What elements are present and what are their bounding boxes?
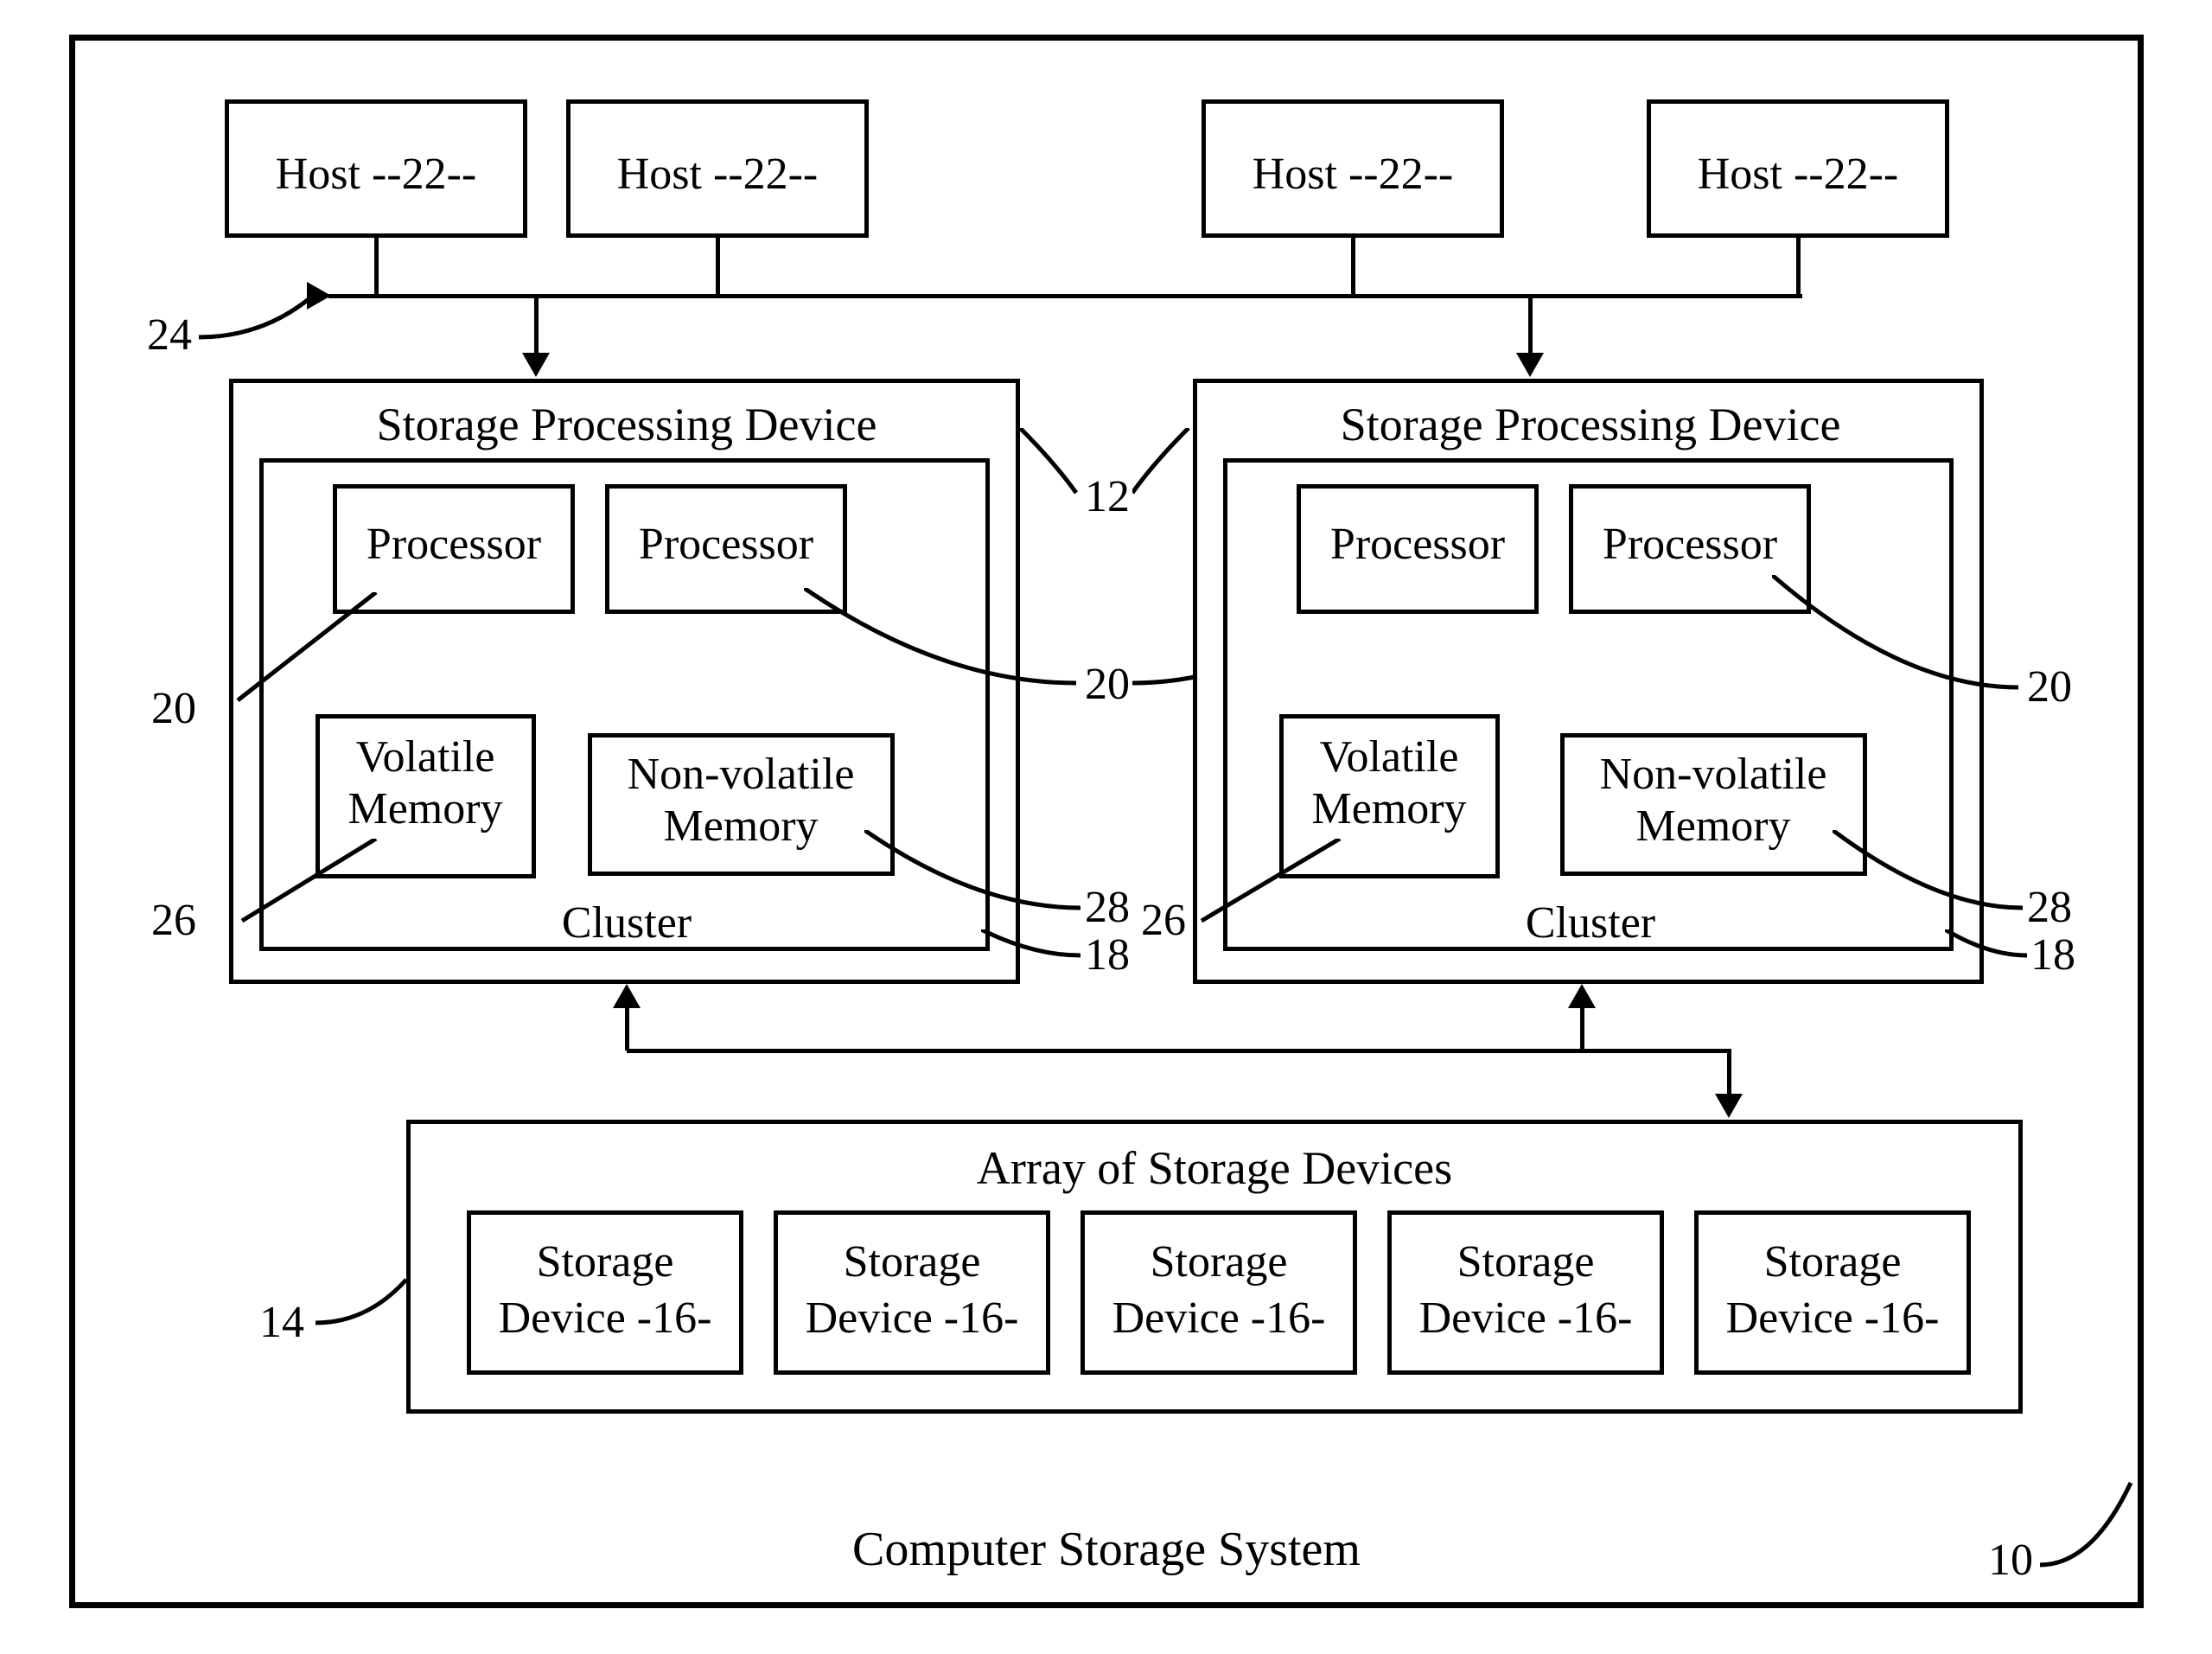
ref-28-1: 28 [1085,882,1130,933]
host-label-1: Host --22-- [276,149,477,200]
ref-20-2b: 20 [2027,661,2072,712]
stub-host3 [1351,238,1355,298]
ref-26-1: 26 [151,895,196,946]
sd-l1-3: Storage [1151,1236,1288,1287]
drop-spd2 [1528,294,1533,359]
ref-18-1: 18 [1085,929,1130,980]
callout-12b [1132,428,1193,497]
nvmem-l1-1: Non-volatile [628,749,855,800]
callout-20-1a [233,592,380,705]
array-drop-arrow [1715,1094,1743,1118]
callout-28-1 [864,830,1085,916]
callout-26-1 [238,839,380,925]
callout-10 [2040,1478,2135,1582]
sd-l2-3: Device -16- [1112,1293,1326,1344]
callout-12a [1020,428,1081,497]
sd-l2-1: Device -16- [499,1293,712,1344]
callout-14 [316,1275,411,1327]
ref-26-2: 26 [1141,895,1186,946]
callout-18-2 [1945,929,2031,964]
sd-l2-4: Device -16- [1419,1293,1633,1344]
volmem-l1-1: Volatile [356,731,495,782]
drop-spd1-arrow [522,353,550,377]
volmem-l2-1: Memory [347,783,502,834]
callout-24 [199,285,324,346]
callout-26-2 [1197,839,1344,925]
back-bus [627,1049,1729,1053]
cluster-title-1: Cluster [562,897,692,948]
nvmem-l1-2: Non-volatile [1600,749,1827,800]
sd-l2-5: Device -16- [1726,1293,1940,1344]
proc-label-1b: Processor [639,519,813,570]
proc-label-2a: Processor [1330,519,1505,570]
proc-label-2b: Processor [1603,519,1777,570]
ref-28-2: 28 [2027,882,2072,933]
ref-10: 10 [1988,1535,2033,1586]
back-drop-1-arrow [613,984,641,1008]
front-bus [328,294,1802,298]
callout-18-1 [981,929,1085,964]
system-title: Computer Storage System [852,1522,1361,1577]
volmem-l1-2: Volatile [1320,731,1459,782]
drop-spd1 [534,294,539,359]
sd-l1-4: Storage [1457,1236,1595,1287]
stub-host2 [716,238,720,298]
diagram-canvas: Computer Storage System 10 Host --22-- H… [0,0,2212,1654]
spd-title-1: Storage Processing Device [377,398,877,451]
ref-12: 12 [1085,471,1130,522]
spd-title-2: Storage Processing Device [1341,398,1841,451]
callout-28-2 [1833,830,2027,916]
volmem-l2-2: Memory [1311,783,1466,834]
nvmem-l2-1: Memory [663,801,818,852]
array-drop [1727,1049,1731,1101]
back-drop-2-arrow [1568,984,1596,1008]
host-label-2: Host --22-- [617,149,819,200]
callout-20-1b [804,588,1081,692]
sd-l1-2: Storage [844,1236,981,1287]
ref-14: 14 [259,1297,304,1348]
sd-l1-1: Storage [537,1236,674,1287]
drop-spd2-arrow [1516,353,1544,377]
nvmem-l2-2: Memory [1635,801,1790,852]
host-label-3: Host --22-- [1253,149,1454,200]
ref-24: 24 [147,310,192,361]
back-drop-2 [1580,1003,1584,1051]
proc-label-1a: Processor [367,519,541,570]
ref-20-1a: 20 [151,683,196,734]
sd-l2-2: Device -16- [806,1293,1019,1344]
ref-20-center: 20 [1085,659,1130,710]
ref-18-2: 18 [2030,929,2075,980]
stub-host4 [1796,238,1801,298]
sd-l1-5: Storage [1764,1236,1902,1287]
array-title: Array of Storage Devices [977,1141,1452,1195]
stub-host1 [374,238,379,298]
back-drop-1 [625,1003,629,1051]
host-label-4: Host --22-- [1698,149,1899,200]
callout-20-2b [1772,575,2023,696]
cluster-title-2: Cluster [1526,897,1655,948]
